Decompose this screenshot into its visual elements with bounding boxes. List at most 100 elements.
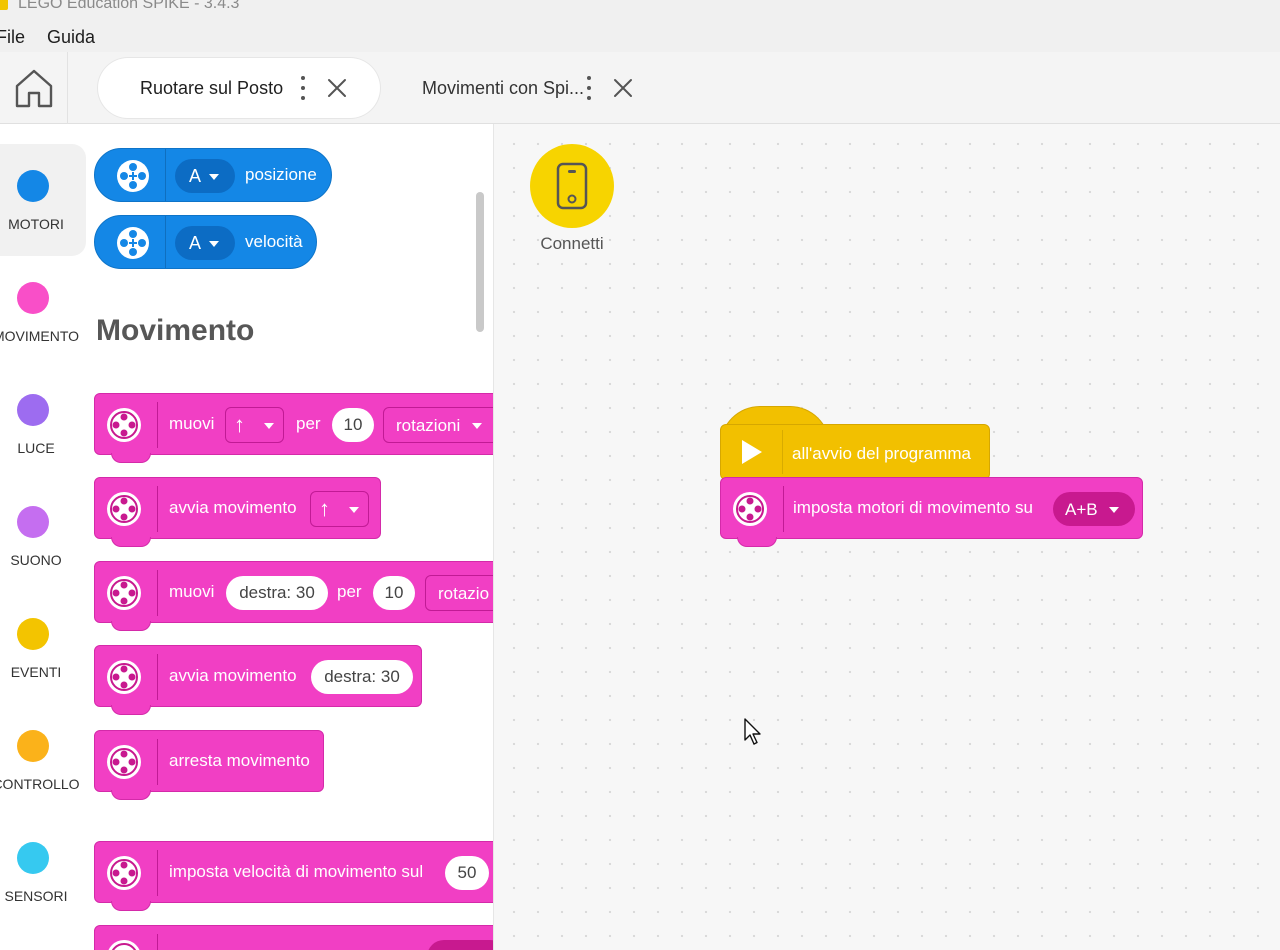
value-input[interactable]: 10 [332, 408, 374, 442]
block-text: avvia movimento [169, 666, 297, 685]
arrow-up-icon: ↑ [234, 412, 245, 437]
more-options-icon[interactable] [586, 76, 592, 100]
block-separator [157, 654, 158, 700]
stop-moving-block[interactable]: arresta movimento [94, 730, 324, 800]
tab-label: Ruotare sul Posto [140, 78, 284, 98]
motor-speed-reporter[interactable]: A velocità [94, 215, 317, 269]
block-text: avvia movimento [169, 498, 297, 517]
category-label: SUONO [10, 552, 62, 568]
chevron-down-icon [472, 423, 482, 429]
category-sensori[interactable]: SENSORI [0, 816, 86, 928]
block-separator [782, 430, 783, 474]
category-dot-icon [17, 730, 49, 762]
reporter-label: posizione [245, 165, 317, 184]
palette-scrollbar[interactable] [476, 192, 484, 332]
unit-dropdown[interactable]: rotazio [425, 575, 493, 611]
menu-guida[interactable]: Guida [47, 27, 95, 48]
dropdown-partial[interactable] [427, 940, 493, 950]
window-title-bar: LEGO Education SPIKE - 3.4.3 [0, 0, 1280, 22]
category-suono[interactable]: SUONO [0, 480, 86, 592]
motor-icon [117, 160, 149, 192]
port-value: A [189, 233, 202, 253]
direction-dropdown[interactable]: ↑ [310, 491, 369, 527]
category-dot-icon [17, 282, 49, 314]
block-separator [157, 739, 158, 785]
tab-movimenti-con-spike[interactable]: Movimenti con Spi... [402, 58, 650, 118]
block-separator [157, 402, 158, 448]
connect-button[interactable]: Connetti [530, 144, 614, 254]
hub-device-icon [556, 162, 588, 210]
programming-canvas[interactable]: Connetti all'avvio del programma imposta… [494, 124, 1280, 950]
category-label: MOVIMENTO [0, 328, 80, 344]
port-dropdown[interactable]: A [175, 159, 235, 193]
connect-circle [530, 144, 614, 228]
home-button[interactable] [0, 52, 68, 124]
block-separator [783, 486, 784, 532]
home-icon [15, 69, 52, 108]
block-separator [157, 850, 158, 896]
block-text: imposta motori di movimento su [793, 498, 1033, 517]
movement-icon [107, 408, 141, 442]
move-for-block[interactable]: muovi ↑ per 10 rotazioni [94, 393, 493, 463]
when-program-starts-block[interactable]: all'avvio del programma [720, 406, 990, 480]
category-eventi[interactable]: EVENTI [0, 592, 86, 704]
start-moving-steer-block[interactable]: avvia movimento destra: 30 [94, 645, 422, 715]
block-text: all'avvio del programma [792, 444, 971, 463]
movement-icon [107, 745, 141, 779]
steering-input[interactable]: destra: 30 [311, 660, 413, 694]
chevron-down-icon [1109, 507, 1119, 513]
block-separator [165, 149, 166, 201]
category-label: EVENTI [10, 664, 62, 680]
block-separator [157, 486, 158, 532]
category-dot-icon [17, 842, 49, 874]
chevron-down-icon [264, 423, 274, 429]
category-luce[interactable]: LUCE [0, 368, 86, 480]
close-tab-icon[interactable] [612, 77, 634, 99]
block-palette: A posizione A velocità Movimento muovi ↑… [88, 124, 494, 950]
play-icon [742, 440, 762, 464]
tab-label: Movimenti con Spi... [422, 78, 585, 98]
block-text: muovi [169, 582, 215, 601]
port-value: A [189, 166, 202, 186]
more-options-icon[interactable] [300, 76, 306, 100]
start-moving-block[interactable]: avvia movimento ↑ [94, 477, 381, 547]
motor-pair-value: A+B [1065, 500, 1098, 519]
movement-icon [107, 492, 141, 526]
motor-position-reporter[interactable]: A posizione [94, 148, 332, 202]
category-motori[interactable]: MOTORI [0, 144, 86, 256]
steering-input[interactable]: destra: 30 [226, 576, 328, 610]
mouse-cursor-icon [744, 718, 761, 745]
block-text: muovi [169, 414, 215, 433]
category-label: MOTORI [8, 216, 64, 232]
unit-dropdown[interactable]: rotazioni [383, 407, 493, 443]
app-icon [0, 0, 8, 10]
value-input[interactable]: 50 [445, 856, 489, 890]
tab-ruotare-sul-posto[interactable]: Ruotare sul Posto [98, 58, 380, 118]
value-input[interactable]: 10 [373, 576, 415, 610]
block-text: arresta movimento [169, 751, 310, 770]
tab-bar: Ruotare sul Posto Movimenti con Spi... [0, 52, 1280, 124]
category-sidebar: MOTORI MOVIMENTO LUCE SUONO EVENTI CONTR… [0, 124, 88, 950]
category-dot-icon [17, 170, 49, 202]
move-steer-for-block[interactable]: muovi destra: 30 per 10 rotazio [94, 561, 493, 631]
category-controllo[interactable]: CONTROLLO [0, 704, 86, 816]
set-movement-motors-block[interactable]: imposta motori di movimento su A+B [720, 477, 1143, 547]
category-label: SENSORI [4, 888, 68, 904]
block-separator [157, 934, 158, 950]
block-text: per [337, 582, 362, 601]
movement-block-partial[interactable] [94, 925, 493, 950]
arrow-up-icon: ↑ [319, 496, 330, 521]
close-tab-icon[interactable] [326, 77, 348, 99]
category-movimento[interactable]: MOVIMENTO [0, 256, 86, 368]
section-title-movimento: Movimento [96, 314, 255, 347]
motor-pair-dropdown[interactable]: A+B [1053, 492, 1135, 526]
movement-icon [107, 660, 141, 694]
port-dropdown[interactable]: A [175, 226, 235, 260]
direction-dropdown[interactable]: ↑ [225, 407, 284, 443]
menu-file[interactable]: File [0, 27, 25, 48]
movement-icon [108, 940, 140, 950]
set-movement-speed-block[interactable]: imposta velocità di movimento sul 50 [94, 841, 493, 911]
chevron-down-icon [209, 241, 219, 247]
spike-app-window: LEGO Education SPIKE - 3.4.3 File Guida … [0, 0, 1280, 950]
category-dot-icon [17, 394, 49, 426]
